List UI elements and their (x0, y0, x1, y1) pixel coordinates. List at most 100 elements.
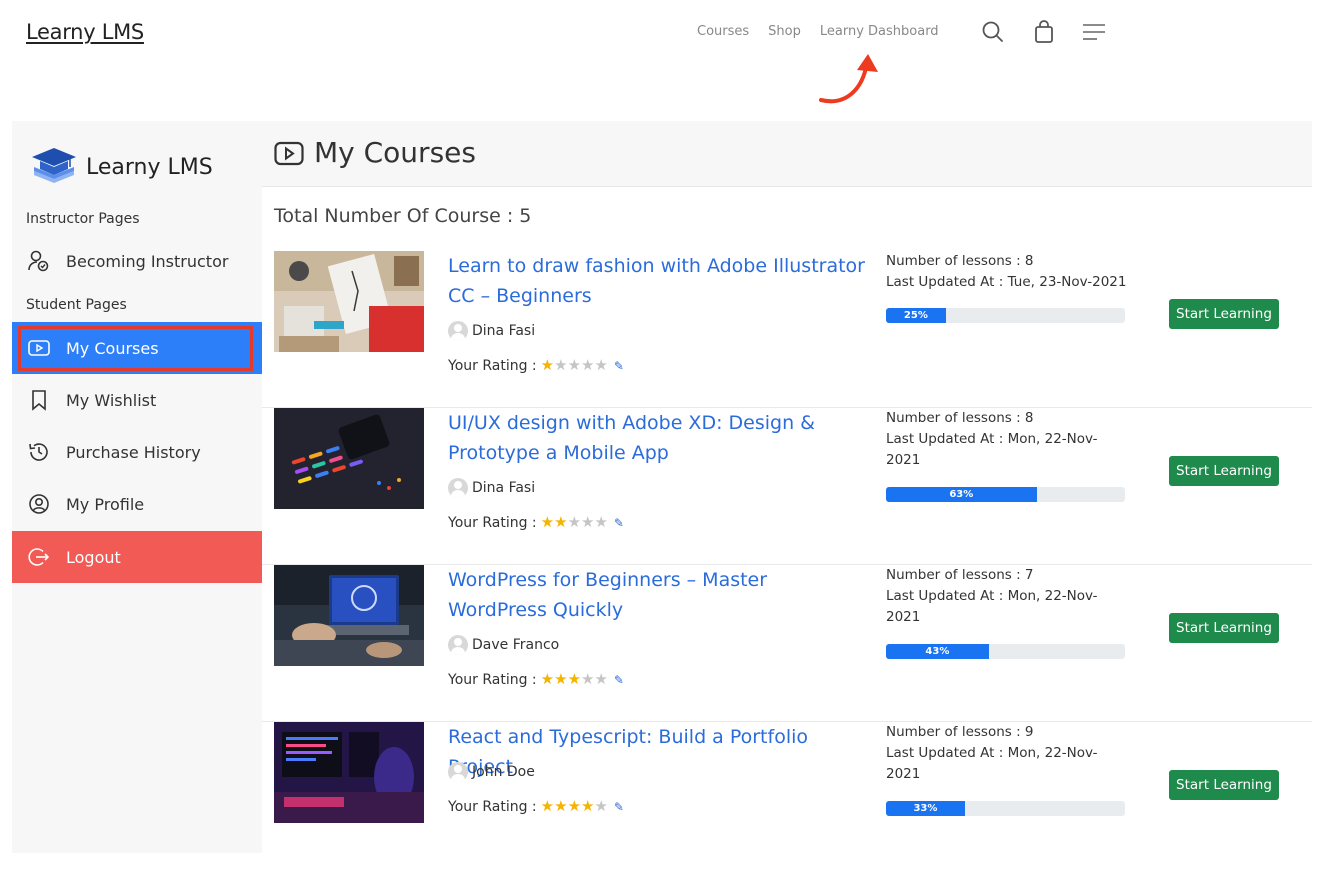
sidebar-brand: Learny LMS (30, 145, 213, 189)
progress-fill: 33% (886, 801, 965, 816)
course-row: React and Typescript: Build a Portfolio … (262, 722, 1312, 879)
edit-rating-icon[interactable]: ✎ (614, 516, 624, 530)
nav-courses-link[interactable]: Courses (697, 24, 749, 39)
student-pages-heading: Student Pages (26, 297, 127, 313)
search-icon[interactable] (981, 20, 1005, 48)
sidebar-item-becoming-instructor[interactable]: Becoming Instructor (12, 235, 262, 287)
highlight-box (18, 326, 253, 371)
course-title-link[interactable]: UI/UX design with Adobe XD: Design & Pro… (448, 408, 868, 468)
sidebar-item-purchase-history[interactable]: Purchase History (12, 426, 262, 478)
edit-rating-icon[interactable]: ✎ (614, 359, 624, 373)
sidebar-item-label: Becoming Instructor (66, 251, 229, 271)
last-updated: Last Updated At : Mon, 22-Nov-2021 (886, 431, 1098, 468)
course-title-link[interactable]: WordPress for Beginners – Master WordPre… (448, 565, 868, 625)
star-empty-icon[interactable]: ★ (568, 513, 581, 531)
last-updated: Last Updated At : Mon, 22-Nov-2021 (886, 588, 1098, 625)
star-filled-icon[interactable]: ★ (581, 797, 594, 815)
star-filled-icon[interactable]: ★ (541, 513, 554, 531)
total-courses-count: Total Number Of Course : 5 (274, 205, 532, 227)
last-updated: Last Updated At : Mon, 22-Nov-2021 (886, 745, 1098, 782)
course-thumbnail[interactable] (274, 722, 424, 823)
star-empty-icon[interactable]: ★ (581, 356, 594, 374)
rating-stars[interactable]: ★★★★★ (541, 799, 608, 815)
course-thumbnail[interactable] (274, 251, 424, 352)
course-author: Dina Fasi (448, 321, 535, 341)
sidebar-item-label: Purchase History (66, 442, 201, 462)
sidebar: Learny LMS Instructor Pages Becoming Ins… (12, 121, 262, 853)
star-empty-icon[interactable]: ★ (554, 356, 567, 374)
sidebar-item-logout[interactable]: Logout (12, 531, 262, 583)
course-progress-bar: 33% (886, 801, 1125, 816)
instructor-pages-heading: Instructor Pages (26, 211, 140, 227)
avatar (448, 478, 468, 498)
star-empty-icon[interactable]: ★ (594, 797, 607, 815)
course-meta: Number of lessons : 9 Last Updated At : … (886, 722, 1131, 785)
nav-shop-link[interactable]: Shop (768, 24, 801, 39)
star-filled-icon[interactable]: ★ (541, 797, 554, 815)
annotation-arrow-dashboard (819, 54, 878, 104)
star-filled-icon[interactable]: ★ (554, 513, 567, 531)
rating-stars[interactable]: ★★★★★ (541, 672, 608, 688)
shopping-bag-icon[interactable] (1033, 20, 1055, 48)
course-row: WordPress for Beginners – Master WordPre… (262, 565, 1312, 722)
course-thumbnail[interactable] (274, 408, 424, 509)
star-filled-icon[interactable]: ★ (554, 670, 567, 688)
start-learning-button[interactable]: Start Learning (1169, 770, 1279, 800)
sidebar-item-label: My Profile (66, 494, 145, 514)
dashboard-frame: Learny LMS Instructor Pages Becoming Ins… (12, 121, 1312, 853)
star-empty-icon[interactable]: ★ (568, 356, 581, 374)
start-learning-button[interactable]: Start Learning (1169, 299, 1279, 329)
course-rating: Your Rating : ★★★★★ ✎ (448, 358, 624, 375)
rating-stars[interactable]: ★★★★★ (541, 515, 608, 531)
top-nav-links: Courses Shop Learny Dashboard (697, 24, 939, 39)
edit-rating-icon[interactable]: ✎ (614, 673, 624, 687)
progress-fill: 25% (886, 308, 946, 323)
graduation-cap-logo-icon (30, 145, 78, 189)
rating-stars[interactable]: ★★★★★ (541, 358, 608, 374)
course-thumbnail[interactable] (274, 565, 424, 666)
course-author: John Doe (448, 762, 535, 782)
course-meta: Number of lessons : 8 Last Updated At : … (886, 408, 1131, 471)
author-name: Dave Franco (472, 637, 560, 653)
sidebar-item-my-wishlist[interactable]: My Wishlist (12, 374, 262, 426)
star-empty-icon[interactable]: ★ (581, 513, 594, 531)
course-title-link[interactable]: Learn to draw fashion with Adobe Illustr… (448, 251, 868, 311)
sidebar-item-label: Logout (66, 547, 121, 567)
avatar (448, 321, 468, 341)
rating-label: Your Rating : (448, 799, 537, 815)
course-row: UI/UX design with Adobe XD: Design & Pro… (262, 408, 1312, 565)
author-name: John Doe (472, 764, 535, 780)
history-icon (28, 441, 50, 463)
course-row: Learn to draw fashion with Adobe Illustr… (262, 251, 1312, 408)
user-circle-icon (28, 493, 50, 515)
star-filled-icon[interactable]: ★ (541, 356, 554, 374)
progress-fill: 63% (886, 487, 1037, 502)
site-brand-link[interactable]: Learny LMS (26, 20, 144, 44)
course-author: Dina Fasi (448, 478, 535, 498)
star-empty-icon[interactable]: ★ (594, 513, 607, 531)
lessons-count: Number of lessons : 8 (886, 410, 1034, 426)
star-filled-icon[interactable]: ★ (568, 670, 581, 688)
sidebar-brand-text: Learny LMS (86, 154, 213, 180)
star-empty-icon[interactable]: ★ (594, 356, 607, 374)
edit-rating-icon[interactable]: ✎ (614, 800, 624, 814)
nav-learny-dashboard-link[interactable]: Learny Dashboard (820, 24, 939, 39)
star-filled-icon[interactable]: ★ (568, 797, 581, 815)
hamburger-menu-icon[interactable] (1082, 20, 1106, 48)
avatar (448, 635, 468, 655)
lessons-count: Number of lessons : 8 (886, 253, 1034, 269)
last-updated: Last Updated At : Tue, 23-Nov-2021 (886, 274, 1127, 290)
star-empty-icon[interactable]: ★ (594, 670, 607, 688)
start-learning-button[interactable]: Start Learning (1169, 613, 1279, 643)
start-learning-button[interactable]: Start Learning (1169, 456, 1279, 486)
course-meta: Number of lessons : 8 Last Updated At : … (886, 251, 1131, 293)
star-filled-icon[interactable]: ★ (541, 670, 554, 688)
star-empty-icon[interactable]: ★ (581, 670, 594, 688)
course-meta: Number of lessons : 7 Last Updated At : … (886, 565, 1131, 628)
author-name: Dina Fasi (472, 323, 536, 339)
sidebar-item-my-profile[interactable]: My Profile (12, 478, 262, 530)
sidebar-item-my-courses[interactable]: My Courses (12, 322, 262, 374)
course-progress-bar: 63% (886, 487, 1125, 502)
course-progress-bar: 43% (886, 644, 1125, 659)
star-filled-icon[interactable]: ★ (554, 797, 567, 815)
